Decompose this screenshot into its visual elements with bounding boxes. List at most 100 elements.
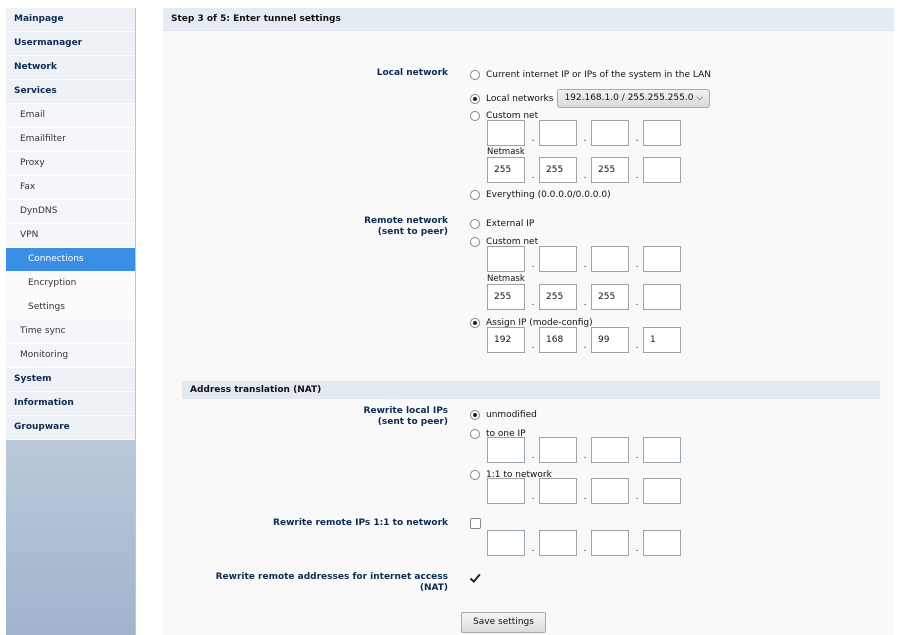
radio-local-networks[interactable] — [470, 93, 480, 104]
local-opt-localnets[interactable]: Local networks 192.168.1.0 / 255.255.255… — [470, 89, 711, 108]
ip-octet-input[interactable] — [643, 478, 681, 504]
nav-groupware[interactable]: Groupware — [6, 416, 135, 440]
rewrite-internet-label: Rewrite remote addresses for internet ac… — [216, 572, 448, 594]
ip-dot: . — [583, 544, 587, 554]
nat-network-ip: . . . — [487, 478, 687, 506]
ip-dot: . — [635, 260, 639, 270]
ip-dot: . — [583, 171, 587, 181]
nat-opt-unmodified[interactable]: unmodified — [470, 408, 537, 421]
ip-octet-input[interactable] — [487, 120, 525, 146]
ip-dot: . — [531, 260, 535, 270]
ip-dot: . — [635, 298, 639, 308]
save-settings-button[interactable]: Save settings — [461, 612, 546, 633]
local-opt-lan[interactable]: Current internet IP or IPs of the system… — [470, 68, 711, 81]
ip-dot: . — [531, 341, 535, 351]
ip-octet-input[interactable]: 255 — [539, 284, 577, 310]
ip-octet-input[interactable] — [539, 246, 577, 272]
local-custom-ip: . . . — [487, 120, 687, 148]
nav-vpn[interactable]: VPN — [6, 224, 135, 248]
rewrite-remote-label: Rewrite remote IPs 1:1 to network — [273, 518, 448, 528]
ip-octet-input[interactable] — [643, 284, 681, 310]
ip-dot: . — [635, 492, 639, 502]
nav-email[interactable]: Email — [6, 104, 135, 128]
nav-connections[interactable]: Connections — [6, 248, 135, 272]
ip-octet-input[interactable] — [643, 157, 681, 183]
ip-octet-input[interactable] — [487, 478, 525, 504]
radio-nat-one-ip[interactable] — [470, 428, 480, 439]
ip-octet-input[interactable] — [643, 246, 681, 272]
ip-dot: . — [583, 341, 587, 351]
ip-octet-input[interactable] — [539, 120, 577, 146]
radio-local-lan[interactable] — [470, 69, 480, 80]
ip-octet-input[interactable] — [539, 478, 577, 504]
radio-remote-assign[interactable] — [470, 317, 480, 328]
ip-octet-input[interactable] — [643, 120, 681, 146]
nav-proxy[interactable]: Proxy — [6, 152, 135, 176]
ip-octet-input[interactable]: 255 — [591, 284, 629, 310]
ip-dot: . — [531, 492, 535, 502]
nav-information[interactable]: Information — [6, 392, 135, 416]
ip-octet-input[interactable]: 192 — [487, 327, 525, 353]
ip-dot: . — [583, 260, 587, 270]
ip-octet-input[interactable]: 255 — [539, 157, 577, 183]
radio-remote-custom[interactable] — [470, 236, 480, 247]
ip-octet-input[interactable] — [643, 437, 681, 463]
nav-network[interactable]: Network — [6, 56, 135, 80]
ip-octet-input[interactable] — [487, 530, 525, 556]
nav-emailfilter[interactable]: Emailfilter — [6, 128, 135, 152]
ip-octet-input[interactable] — [591, 530, 629, 556]
ip-octet-input[interactable]: 168 — [539, 327, 577, 353]
ip-dot: . — [583, 492, 587, 502]
ip-octet-input[interactable] — [487, 437, 525, 463]
page-title: Step 3 of 5: Enter tunnel settings — [163, 8, 894, 31]
ip-dot: . — [635, 171, 639, 181]
rewrite-internet-checkbox[interactable] — [469, 572, 481, 584]
ip-dot: . — [635, 451, 639, 461]
ip-octet-input[interactable] — [487, 246, 525, 272]
radio-local-everything[interactable] — [470, 189, 480, 200]
remote-opt-external[interactable]: External IP — [470, 217, 534, 230]
nav-system[interactable]: System — [6, 368, 135, 392]
local-opt-localnets-text: Local networks — [486, 93, 554, 104]
ip-dot: . — [531, 544, 535, 554]
radio-nat-network[interactable] — [470, 469, 480, 480]
rewrite-remote-checkbox[interactable] — [470, 518, 481, 529]
remote-network-label-line1: Remote network — [364, 216, 448, 226]
nav-usermanager[interactable]: Usermanager — [6, 32, 135, 56]
ip-octet-input[interactable]: 255 — [591, 157, 629, 183]
nav-time-sync[interactable]: Time sync — [6, 320, 135, 344]
nav-monitoring[interactable]: Monitoring — [6, 344, 135, 368]
ip-octet-input[interactable] — [539, 437, 577, 463]
ip-octet-input[interactable] — [539, 530, 577, 556]
main-content: Step 3 of 5: Enter tunnel settings Local… — [163, 8, 894, 635]
remote-opt-external-text: External IP — [486, 218, 535, 229]
ip-octet-input[interactable] — [591, 478, 629, 504]
ip-octet-input[interactable] — [591, 120, 629, 146]
local-networks-select[interactable]: 192.168.1.0 / 255.255.255.0 ⌵ — [557, 89, 711, 108]
nav-services[interactable]: Services — [6, 80, 135, 104]
chevron-down-icon: ⌵ — [696, 93, 704, 103]
local-netmask: 255. 255. 255. — [487, 157, 687, 185]
radio-local-custom[interactable] — [470, 110, 480, 121]
nav-dyndns[interactable]: DynDNS — [6, 200, 135, 224]
radio-remote-external[interactable] — [470, 218, 480, 229]
remote-netmask: 255. 255. 255. — [487, 284, 687, 312]
nav-mainpage[interactable]: Mainpage — [6, 8, 135, 32]
ip-octet-input[interactable]: 255 — [487, 284, 525, 310]
ip-dot: . — [531, 298, 535, 308]
radio-nat-unmodified[interactable] — [470, 409, 480, 420]
ip-octet-input[interactable] — [591, 437, 629, 463]
nav-fax[interactable]: Fax — [6, 176, 135, 200]
ip-octet-input[interactable]: 255 — [487, 157, 525, 183]
local-opt-everything[interactable]: Everything (0.0.0.0/0.0.0.0) — [470, 188, 611, 201]
ip-octet-input[interactable]: 99 — [591, 327, 629, 353]
remote-network-label: Remote network (sent to peer) — [364, 216, 448, 238]
remote-opt-assign-text: Assign IP (mode-config) — [486, 317, 593, 328]
nav-encryption[interactable]: Encryption — [6, 272, 135, 296]
ip-octet-input[interactable] — [643, 530, 681, 556]
local-netmask-label: Netmask — [487, 147, 525, 157]
local-opt-everything-text: Everything (0.0.0.0/0.0.0.0) — [486, 189, 611, 200]
nav-settings[interactable]: Settings — [6, 296, 135, 320]
ip-octet-input[interactable] — [591, 246, 629, 272]
ip-octet-input[interactable]: 1 — [643, 327, 681, 353]
